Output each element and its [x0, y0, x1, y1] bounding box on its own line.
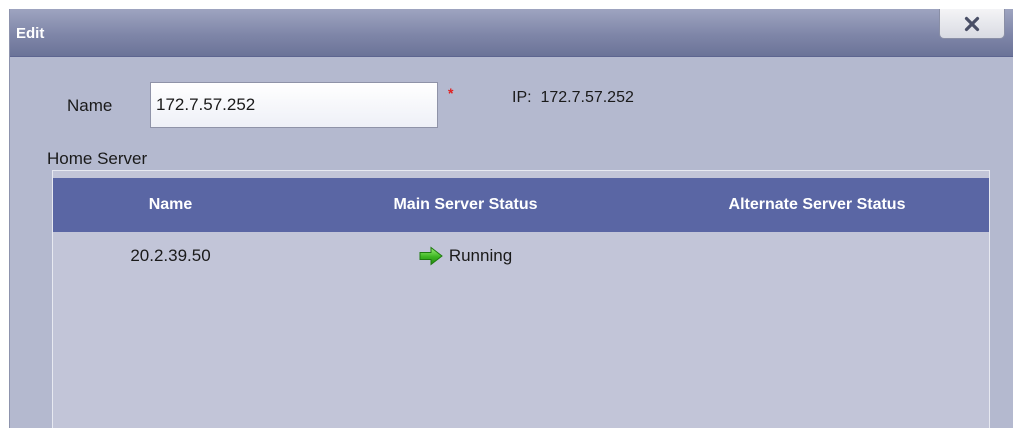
column-header-alternate-server-status[interactable]: Alternate Server Status: [643, 178, 991, 232]
server-name-cell: 20.2.39.50: [130, 246, 211, 265]
column-header-name[interactable]: Name: [53, 178, 288, 232]
home-server-label: Home Server: [47, 149, 148, 168]
name-input[interactable]: [150, 82, 438, 128]
dialog-title: Edit: [16, 25, 45, 42]
table-row[interactable]: 20.2.39.50 Running: [53, 232, 989, 280]
required-marker: *: [448, 85, 454, 101]
title-bar[interactable]: Edit: [10, 9, 1013, 57]
ip-address-text: IP: 172.7.57.252: [512, 89, 634, 106]
column-header-main-server-status[interactable]: Main Server Status: [288, 178, 643, 232]
close-button[interactable]: [939, 9, 1005, 39]
edit-dialog: Edit Name * IP: 172.7.57.252 Home Server…: [9, 9, 1013, 428]
main-server-status-cell: Running: [288, 232, 643, 280]
home-server-table: Name Main Server Status Alternate Server…: [52, 170, 990, 428]
table-header: Name Main Server Status Alternate Server…: [53, 178, 989, 232]
close-icon: [964, 16, 980, 31]
main-server-status-text: Running: [448, 246, 513, 265]
alternate-server-status-cell: [643, 232, 991, 280]
green-arrow-icon: [419, 246, 443, 266]
name-label: Name: [67, 96, 113, 115]
